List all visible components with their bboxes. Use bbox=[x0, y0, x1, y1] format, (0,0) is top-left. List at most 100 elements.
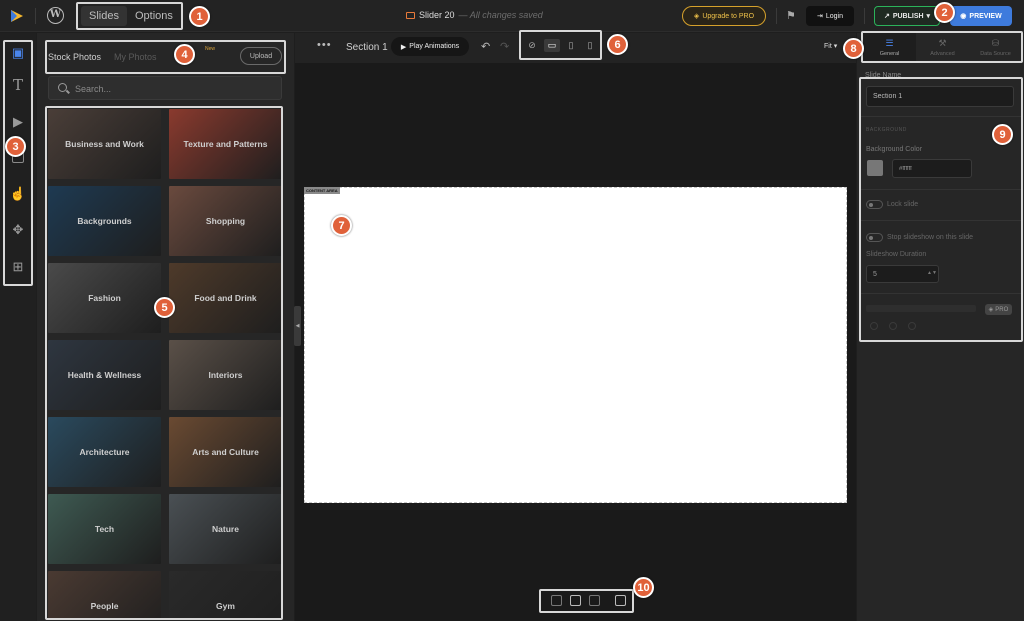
wordpress-icon[interactable]: W bbox=[47, 7, 64, 24]
wrench-icon: ⚒ bbox=[938, 37, 947, 48]
collapse-panel-handle[interactable]: ◀ bbox=[294, 306, 301, 346]
add-icon[interactable]: ⊞ bbox=[9, 258, 27, 276]
category-tile[interactable]: Architecture bbox=[48, 417, 161, 487]
pro-badge: ◈ PRO bbox=[985, 304, 1012, 315]
tab-my-photos[interactable]: My Photos bbox=[114, 52, 157, 62]
callout-marker: 10 bbox=[633, 577, 654, 598]
tablet-icon[interactable]: ▯ bbox=[563, 39, 579, 52]
stop-slideshow-toggle[interactable] bbox=[866, 233, 883, 242]
callout-marker: 2 bbox=[934, 2, 955, 23]
pro-option-icon bbox=[889, 322, 897, 330]
divider bbox=[861, 220, 1021, 221]
slide-name-input[interactable] bbox=[866, 86, 1014, 107]
lock-slide-toggle[interactable] bbox=[866, 200, 883, 209]
save-status: — All changes saved bbox=[458, 10, 543, 20]
zoom-fit-dropdown[interactable]: Fit ▾ bbox=[824, 42, 837, 50]
login-button[interactable]: ⇥ Login bbox=[806, 6, 854, 26]
divider bbox=[861, 116, 1021, 117]
play-icon: ▶ bbox=[400, 43, 407, 51]
callout-marker: 8 bbox=[843, 38, 864, 59]
background-heading: BACKGROUND bbox=[866, 127, 907, 133]
tab-general[interactable]: ☰ General bbox=[863, 33, 916, 61]
media-tabs: Stock Photos My Photos New Upload bbox=[45, 40, 286, 74]
category-tile[interactable]: Fashion bbox=[48, 263, 161, 333]
divider bbox=[35, 8, 36, 24]
image-icon[interactable]: ▣ bbox=[9, 44, 27, 62]
bottom-toolbar bbox=[539, 589, 634, 613]
category-tile[interactable]: Tech bbox=[48, 494, 161, 564]
category-tile[interactable]: Food and Drink bbox=[169, 263, 281, 333]
mode-tabs: Slides Options bbox=[76, 2, 183, 30]
tab-slides[interactable]: Slides bbox=[81, 6, 127, 26]
app-logo-icon[interactable] bbox=[9, 8, 25, 24]
upgrade-button[interactable]: ◈ Upgrade to PRO bbox=[682, 6, 766, 26]
pro-option-icon bbox=[908, 322, 916, 330]
redo-icon[interactable]: ↷ bbox=[500, 40, 509, 53]
callout-marker: 1 bbox=[189, 6, 210, 27]
category-tile[interactable]: Business and Work bbox=[48, 109, 161, 179]
category-tile[interactable]: Health & Wellness bbox=[48, 340, 161, 410]
play-animations-label: Play Animations bbox=[409, 43, 460, 50]
top-bar: W Slides Options Slider 20 — All changes… bbox=[0, 0, 1024, 32]
tab-general-label: General bbox=[879, 50, 900, 57]
tab-options[interactable]: Options bbox=[127, 6, 181, 26]
category-grid: Business and Work Texture and Patterns Bac… bbox=[45, 106, 283, 620]
login-button-label: Login bbox=[825, 12, 843, 20]
tab-data-source[interactable]: ⛁ Data Source bbox=[969, 33, 1022, 61]
callout-marker: 6 bbox=[607, 34, 628, 55]
category-tile[interactable]: Arts and Culture bbox=[169, 417, 281, 487]
desktop-icon[interactable]: ▭ bbox=[544, 39, 560, 52]
more-options-icon[interactable]: ••• bbox=[317, 39, 332, 51]
category-tile[interactable]: Texture and Patterns bbox=[169, 109, 281, 179]
slideshow-duration-label: Slideshow Duration bbox=[866, 251, 927, 258]
sliders-icon: ☰ bbox=[885, 37, 894, 48]
device-switcher: ⊘ ▭ ▯ ▯ bbox=[519, 30, 602, 60]
history-icon[interactable] bbox=[589, 595, 600, 606]
category-tile[interactable]: People bbox=[48, 571, 161, 618]
background-color-label: Background Color bbox=[866, 146, 923, 153]
slider-name[interactable]: Slider 20 bbox=[419, 10, 455, 20]
stop-slideshow-label: Stop slideshow on this slide bbox=[887, 234, 973, 241]
divider bbox=[861, 189, 1021, 190]
callout-marker: 4 bbox=[174, 44, 195, 65]
zoom-fit-label: Fit bbox=[824, 43, 832, 50]
layers-icon[interactable] bbox=[551, 595, 562, 606]
search-input[interactable] bbox=[75, 81, 275, 96]
timeline-icon[interactable] bbox=[570, 595, 581, 606]
tab-stock-photos[interactable]: Stock Photos bbox=[48, 52, 101, 62]
move-icon[interactable]: ✥ bbox=[9, 221, 27, 239]
slide-content-area[interactable] bbox=[304, 187, 847, 503]
category-tile[interactable]: Backgrounds bbox=[48, 186, 161, 256]
background-color-swatch[interactable] bbox=[867, 160, 883, 176]
help-icon[interactable] bbox=[615, 595, 626, 606]
callout-marker: 3 bbox=[5, 136, 26, 157]
background-color-input[interactable] bbox=[892, 159, 972, 178]
pro-feature-row bbox=[866, 305, 976, 312]
category-tile[interactable]: Nature bbox=[169, 494, 281, 564]
undo-icon[interactable]: ↶ bbox=[481, 40, 490, 53]
search-icon bbox=[58, 83, 67, 92]
duration-stepper-icon[interactable]: ▲▼ bbox=[927, 270, 937, 276]
category-tile[interactable]: Gym bbox=[169, 571, 281, 618]
photo-search bbox=[48, 76, 282, 100]
category-tile[interactable]: Interiors bbox=[169, 340, 281, 410]
button-icon[interactable]: ☝ bbox=[9, 185, 27, 203]
upgrade-button-label: Upgrade to PRO bbox=[702, 12, 755, 20]
publish-button[interactable]: ↗ PUBLISH ▾ bbox=[874, 6, 940, 26]
text-icon[interactable]: T bbox=[9, 76, 27, 94]
database-icon: ⛁ bbox=[991, 37, 1000, 48]
monitor-icon bbox=[406, 11, 415, 19]
tab-advanced-label: Advanced bbox=[930, 50, 955, 57]
settings-tabs: ☰ General ⚒ Advanced ⛁ Data Source bbox=[861, 31, 1023, 63]
tab-advanced[interactable]: ⚒ Advanced bbox=[916, 33, 969, 61]
section-name[interactable]: Section 1 bbox=[346, 42, 388, 53]
category-tile[interactable]: Shopping bbox=[169, 186, 281, 256]
preview-button[interactable]: ◉ PREVIEW bbox=[950, 6, 1012, 26]
video-icon[interactable]: ▶ bbox=[9, 113, 27, 131]
upload-button[interactable]: Upload bbox=[240, 47, 282, 65]
play-animations-button[interactable]: ▶ Play Animations bbox=[391, 37, 469, 56]
eye-off-icon[interactable]: ⊘ bbox=[524, 39, 540, 52]
chevron-down-icon: ▾ bbox=[926, 13, 931, 20]
bell-icon[interactable]: ⚑ bbox=[786, 9, 796, 22]
mobile-icon[interactable]: ▯ bbox=[582, 39, 598, 52]
